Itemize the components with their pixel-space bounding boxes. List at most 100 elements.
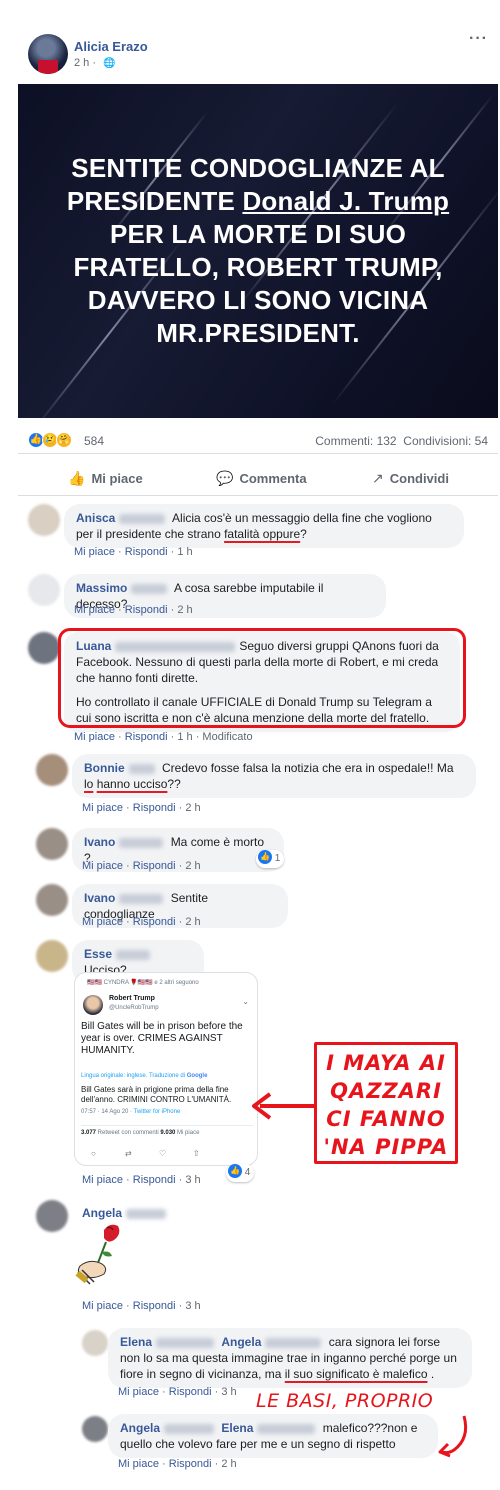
commenter-name[interactable]: Anisca xyxy=(76,511,115,525)
reply-bubble: Angela Elena malefico???non e quello che… xyxy=(108,1414,438,1458)
comment-like-link[interactable]: Mi piace xyxy=(82,1174,123,1186)
reply-icon: ○ xyxy=(91,1149,96,1158)
comment-reply-link[interactable]: Rispondi xyxy=(133,802,176,814)
comment-actions: Mi piace · Rispondi · 2 h xyxy=(82,916,201,928)
comments-shares-count: Commenti: 132 Condivisioni: 54 xyxy=(315,434,488,448)
comment-like-link[interactable]: Mi piace xyxy=(82,860,123,872)
comment-actions: Mi piace · Rispondi · 3 h xyxy=(118,1386,237,1398)
author-name[interactable]: Alicia Erazo xyxy=(74,39,148,54)
share-button[interactable]: ↗ Condividi xyxy=(372,470,449,487)
comment-actions: Mi piace · Rispondi · 3 h xyxy=(82,1300,201,1312)
comment-like-link[interactable]: Mi piace xyxy=(118,1386,159,1398)
avatar[interactable] xyxy=(28,504,60,536)
tweet-author-name: Robert Trump xyxy=(109,995,155,1002)
comment-reply-link[interactable]: Rispondi xyxy=(169,1386,212,1398)
comment-actions: Mi piace · Rispondi · 2 h xyxy=(82,860,201,872)
commenter-name[interactable]: Bonnie xyxy=(84,761,125,775)
underlined-text: il suo significato è malefico xyxy=(284,1367,428,1381)
comment-reply-link[interactable]: Rispondi xyxy=(133,916,176,928)
avatar[interactable] xyxy=(36,754,68,786)
caption-line: FRATELLO, ROBERT TRUMP, xyxy=(73,252,443,282)
annotation-basi-text: LE BASI, PROPRIO xyxy=(256,1390,434,1412)
shares-count[interactable]: Condivisioni: 54 xyxy=(403,434,488,448)
comment-reply-link[interactable]: Rispondi xyxy=(133,1300,176,1312)
underlined-text: fatalità oppure xyxy=(224,527,301,541)
reactions-bar: 👍 😢 🤗 584 Commenti: 132 Condivisioni: 54 xyxy=(18,424,498,454)
comment-reply-link[interactable]: Rispondi xyxy=(133,1174,176,1186)
caption-name-underlined: Donald J. Trump xyxy=(242,186,450,216)
tweet-avatar xyxy=(83,995,103,1015)
comment-reply-link[interactable]: Rispondi xyxy=(133,860,176,872)
post-time: 2 h · 🌐 xyxy=(74,57,116,69)
post-actions-bar: 👍 Mi piace 💬 Commenta ↗ Condividi xyxy=(18,460,498,496)
share-icon: ↗ xyxy=(372,470,384,486)
annotation-maya-box: I MAYA AI QAZZARI CI FANNO 'NA PIPPA xyxy=(314,1042,458,1164)
commenter-name[interactable]: Ivano xyxy=(84,891,115,905)
comment-like-link[interactable]: Mi piace xyxy=(82,1300,123,1312)
caption-line: PER LA MORTE DI SUO xyxy=(109,219,407,249)
comment-actions: Mi piace · Rispondi · 1 h xyxy=(74,546,193,558)
like-button[interactable]: 👍 Mi piace xyxy=(68,470,143,487)
thumbs-up-icon: 👍 xyxy=(258,850,272,865)
comment-like-link[interactable]: Mi piace xyxy=(74,546,115,558)
tagged-user[interactable]: Elena xyxy=(221,1421,253,1435)
tagged-user[interactable]: Angela xyxy=(221,1335,261,1349)
commenter-name[interactable]: Esse xyxy=(84,947,112,961)
commenter-name[interactable]: Angela xyxy=(82,1206,122,1220)
avatar[interactable] xyxy=(36,828,68,860)
comment-like-badge[interactable]: 👍 4 xyxy=(226,1164,255,1182)
post-time-label[interactable]: 2 h · xyxy=(74,57,96,69)
tweet-handle: @UncleRobTrump xyxy=(109,1005,159,1011)
avatar[interactable] xyxy=(36,884,68,916)
reaction-count[interactable]: 584 xyxy=(84,434,104,448)
avatar[interactable] xyxy=(36,940,68,972)
retweet-icon: ⇄ xyxy=(125,1149,132,1158)
commenter-name[interactable]: Elena xyxy=(120,1335,152,1349)
avatar[interactable] xyxy=(28,574,60,606)
comment-button[interactable]: 💬 Commenta xyxy=(216,470,307,487)
comment-like-link[interactable]: Mi piace xyxy=(118,1458,159,1470)
annotation-maya-text: I MAYA AI QAZZARI CI FANNO 'NA PIPPA xyxy=(323,1051,449,1159)
commenter-name[interactable]: Angela xyxy=(120,1421,160,1435)
reply-bubble: Elena Angela cara signora lei forse non … xyxy=(108,1328,472,1388)
avatar[interactable] xyxy=(82,1416,108,1442)
avatar[interactable] xyxy=(82,1330,108,1356)
comment-like-link[interactable]: Mi piace xyxy=(82,916,123,928)
post-image-caption: SENTITE CONDOGLIANZE AL PRESIDENTE Donal… xyxy=(18,152,498,350)
tweet-text: Bill Gates will be in prison before the … xyxy=(81,1021,243,1056)
post-image[interactable]: SENTITE CONDOGLIANZE AL PRESIDENTE Donal… xyxy=(18,84,498,418)
facebook-post-panel: Alicia Erazo 2 h · 🌐 ··· SENTITE CONDOGL… xyxy=(18,18,498,746)
share-icon: ⇧ xyxy=(193,1149,200,1158)
thumbs-up-icon: 👍 xyxy=(228,1164,242,1179)
author-avatar[interactable] xyxy=(28,34,68,74)
commenter-name[interactable]: Ivano xyxy=(84,835,115,849)
tweet-screenshot[interactable]: 🇺🇸🇺🇸 CYNDRA 🌹🇺🇸🇺🇸 e 2 altri seguono Robe… xyxy=(74,972,258,1166)
tweet-timestamp: 07:57 · 14 Ago 20 · Twitter for iPhone xyxy=(81,1109,181,1115)
comment-reply-link[interactable]: Rispondi xyxy=(169,1458,212,1470)
more-options-icon[interactable]: ··· xyxy=(469,30,488,48)
comment-reply-link[interactable]: Rispondi xyxy=(125,604,168,616)
tweet-followers-line: 🇺🇸🇺🇸 CYNDRA 🌹🇺🇸🇺🇸 e 2 altri seguono xyxy=(87,980,199,986)
comment-like-link[interactable]: Mi piace xyxy=(74,604,115,616)
highlight-box xyxy=(58,628,466,728)
comment-like-badge[interactable]: 👍 1 xyxy=(256,850,285,868)
avatar[interactable] xyxy=(28,632,60,664)
thumbs-up-icon: 👍 xyxy=(68,470,86,486)
care-reaction-icon: 🤗 xyxy=(56,432,72,448)
underlined-text: hanno ucciso xyxy=(96,777,168,791)
comment-bubble: Anisca Alicia cos'è un messaggio della f… xyxy=(64,504,464,548)
caption-line: PRESIDENTE Donald J. Trump xyxy=(66,186,450,216)
tweet-translation: Bill Gates sarà in prigione prima della … xyxy=(81,1085,232,1104)
avatar[interactable] xyxy=(36,1200,68,1232)
translation-label: Lingua originale: inglese. Traduzione di… xyxy=(81,1073,208,1079)
comments-count[interactable]: Commenti: 132 xyxy=(315,434,396,448)
globe-icon: 🌐 xyxy=(103,58,116,69)
tweet-stats: 3.077 Retweet con commenti 9.030 Mi piac… xyxy=(81,1125,253,1136)
commenter-name[interactable]: Massimo xyxy=(76,581,127,595)
rose-sticker[interactable] xyxy=(74,1220,130,1288)
comment-like-link[interactable]: Mi piace xyxy=(82,802,123,814)
comment-actions: Mi piace · Rispondi · 2 h xyxy=(82,802,201,814)
comment-header: Angela xyxy=(82,1206,170,1220)
comment-reply-link[interactable]: Rispondi xyxy=(125,546,168,558)
caption-line: DAVVERO LI SONO VICINA xyxy=(87,285,429,315)
